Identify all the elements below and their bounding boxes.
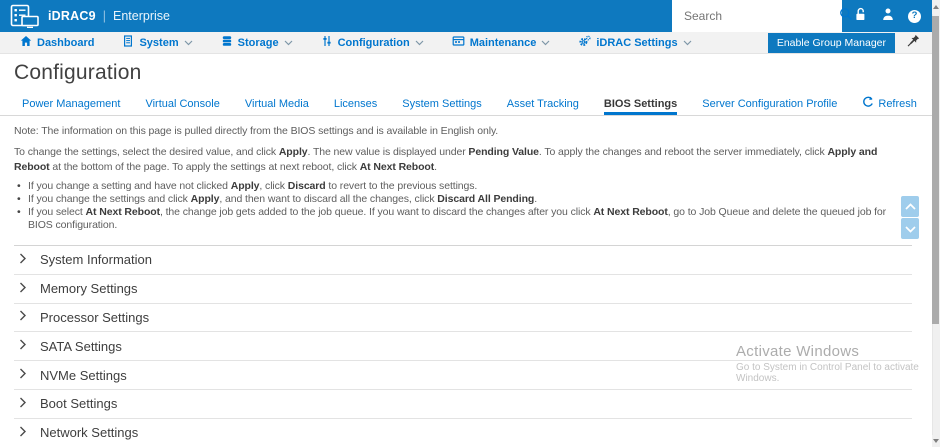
accordion-label: Network Settings (40, 425, 139, 441)
storage-icon (221, 35, 233, 50)
nav-label: Configuration (337, 36, 410, 49)
tab-asset-tracking[interactable]: Asset Tracking (507, 98, 579, 115)
idrac-logo-icon (10, 4, 40, 28)
instruction-item: If you change the settings and click App… (14, 193, 912, 206)
bios-settings-panel: Note: The information on this page is pu… (0, 116, 932, 447)
chevron-down-icon (415, 37, 424, 49)
chevron-right-icon (19, 337, 27, 355)
accordion-row-system-information[interactable]: System Information (14, 246, 912, 275)
chevron-down-icon (184, 37, 193, 49)
header-icon-group: ? (842, 0, 932, 32)
accordion-row-boot-settings[interactable]: Boot Settings (14, 389, 912, 419)
home-icon (20, 35, 32, 50)
accordion-row-processor-settings[interactable]: Processor Settings (14, 303, 912, 333)
user-icon[interactable] (881, 7, 895, 26)
triangle-up-icon (933, 5, 939, 9)
instruction-list: If you change a setting and have not cli… (14, 180, 912, 232)
nav-label: iDRAC Settings (596, 36, 678, 49)
accordion-label: NVMe Settings (40, 367, 127, 383)
chevron-right-icon (19, 251, 27, 269)
chevron-down-icon (284, 37, 293, 49)
accordion-label: Boot Settings (40, 396, 118, 412)
accordion-label: Processor Settings (40, 309, 150, 325)
page-note: Note: The information on this page is pu… (14, 125, 499, 137)
triangle-down-icon (933, 439, 939, 443)
gear-icon (578, 35, 591, 51)
chevron-down-icon (541, 37, 550, 49)
main-nav: Dashboard System Storage Configuration M… (0, 32, 932, 54)
nav-right-group: Enable Group Manager (767, 32, 920, 53)
tab-server-configuration-profile[interactable]: Server Configuration Profile (702, 98, 837, 115)
refresh-label: Refresh (878, 97, 917, 110)
nav-label: Maintenance (469, 36, 537, 49)
nav-item-idrac-settings[interactable]: iDRAC Settings (578, 35, 692, 51)
accordion-row-memory-settings[interactable]: Memory Settings (14, 274, 912, 304)
tab-system-settings[interactable]: System Settings (402, 98, 481, 115)
tab-virtual-media[interactable]: Virtual Media (245, 98, 309, 115)
brand-edition: Enterprise (112, 9, 170, 23)
maintenance-icon (452, 35, 465, 50)
brand-separator: | (102, 9, 106, 23)
accordion-row-nvme-settings[interactable]: NVMe Settings (14, 361, 912, 390)
nav-item-configuration[interactable]: Configuration (321, 35, 424, 50)
instruction-item: If you select At Next Reboot, the change… (14, 206, 912, 232)
tab-bios-settings[interactable]: BIOS Settings (603, 98, 678, 115)
enable-group-manager-button[interactable]: Enable Group Manager (767, 32, 895, 53)
system-icon (122, 35, 134, 50)
nav-item-storage[interactable]: Storage (221, 35, 293, 50)
nav-label: Dashboard (37, 36, 95, 49)
accordion-row-sata-settings[interactable]: SATA Settings (14, 332, 912, 362)
tab-virtual-console[interactable]: Virtual Console (145, 98, 219, 115)
vertical-scrollbar-thumb[interactable] (932, 16, 939, 324)
chevron-right-icon (19, 366, 27, 384)
accordion-label: System Information (40, 252, 152, 268)
nav-item-maintenance[interactable]: Maintenance (452, 35, 551, 50)
help-icon[interactable]: ? (908, 9, 921, 23)
scrollbar-up-arrow[interactable] (932, 0, 940, 14)
tab-licenses[interactable]: Licenses (334, 98, 377, 115)
nav-label: Storage (237, 36, 279, 49)
chevron-right-icon (19, 308, 27, 326)
nav-item-dashboard[interactable]: Dashboard (20, 35, 94, 50)
bios-settings-accordion: System Information Memory Settings Proce… (14, 245, 912, 447)
chevron-down-icon (683, 37, 692, 49)
chevron-right-icon (19, 424, 27, 442)
scroll-to-top-button[interactable] (901, 196, 919, 217)
scroll-to-buttons (901, 196, 919, 239)
search-input[interactable] (684, 9, 839, 23)
brand-name: iDRAC9 (48, 9, 96, 23)
scrollbar-down-arrow[interactable] (932, 435, 940, 447)
main-content: Configuration Power Management Virtual C… (0, 54, 932, 447)
intro-paragraph: To change the settings, select the desir… (14, 146, 878, 173)
tab-bar: Power Management Virtual Console Virtual… (0, 94, 932, 116)
brand-title: iDRAC9 | Enterprise (48, 9, 170, 23)
nav-label: System (139, 36, 179, 49)
sliders-icon (321, 35, 333, 50)
accordion-row-network-settings[interactable]: Network Settings (14, 418, 912, 447)
refresh-button[interactable]: Refresh (862, 96, 917, 115)
accordion-label: SATA Settings (40, 338, 122, 354)
unlock-icon[interactable] (853, 7, 868, 26)
accordion-label: Memory Settings (40, 281, 138, 297)
tab-power-management[interactable]: Power Management (22, 98, 120, 115)
scroll-to-bottom-button[interactable] (901, 218, 919, 239)
page-title: Configuration (14, 61, 142, 84)
nav-item-system[interactable]: System (122, 35, 193, 50)
top-header: iDRAC9 | Enterprise Search ? (0, 0, 932, 32)
instruction-item: If you change a setting and have not cli… (14, 180, 912, 193)
idrac-app: iDRAC9 | Enterprise Search ? Dashboard S… (0, 0, 940, 447)
pin-icon[interactable] (907, 34, 920, 52)
chevron-right-icon (19, 395, 27, 413)
chevron-right-icon (19, 280, 27, 298)
search-panel (672, 0, 852, 32)
refresh-icon (862, 96, 874, 111)
